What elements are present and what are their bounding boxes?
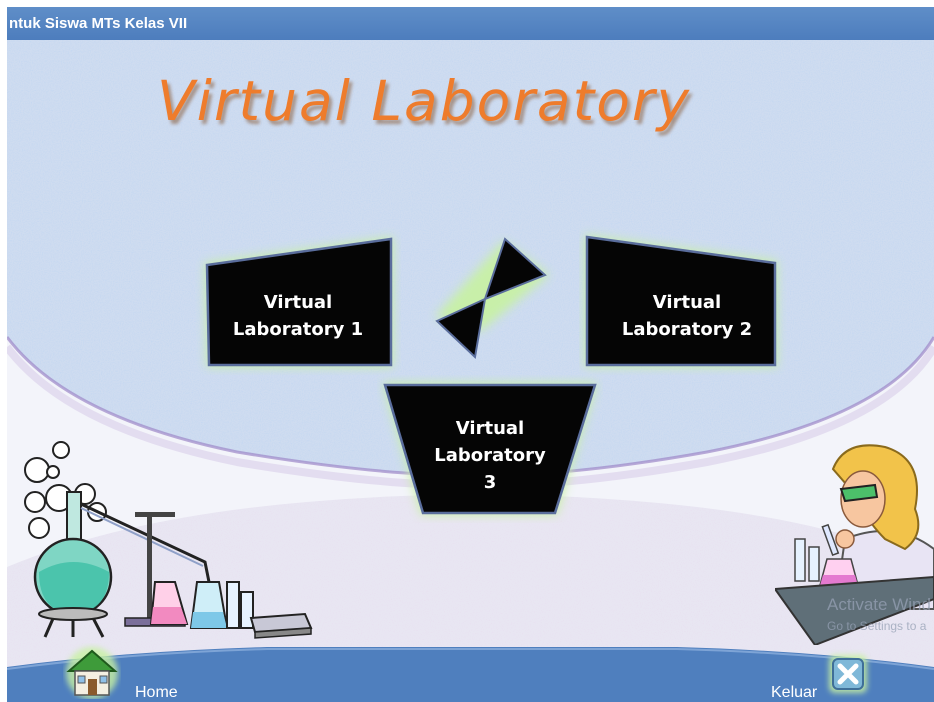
- virtual-lab-1-button[interactable]: Virtual Laboratory 1: [195, 227, 401, 375]
- house-icon: [66, 647, 118, 699]
- exit-label[interactable]: Keluar: [771, 684, 817, 702]
- home-label[interactable]: Home: [135, 684, 178, 702]
- virtual-lab-2-line2: Laboratory 2: [621, 319, 753, 340]
- window-title: ntuk Siswa MTs Kelas VII: [9, 15, 188, 32]
- app-window: ntuk Siswa MTs Kelas VII Virtual Laborat…: [7, 7, 934, 702]
- virtual-lab-2-button[interactable]: Virtual Laboratory 2: [579, 225, 787, 375]
- virtual-lab-3-label: Virtual Laboratory 3: [377, 415, 603, 496]
- main-title: Virtual Laboratory: [157, 69, 692, 133]
- exit-button[interactable]: [823, 649, 873, 699]
- window-titlebar: ntuk Siswa MTs Kelas VII: [7, 7, 934, 40]
- home-button[interactable]: [63, 643, 121, 699]
- virtual-lab-1-line2: Laboratory 1: [232, 319, 364, 340]
- virtual-lab-3-button[interactable]: Virtual Laboratory 3: [377, 375, 603, 523]
- virtual-lab-1-label: Virtual Laboratory 1: [195, 289, 401, 343]
- activation-watermark-line1: Activate Wind: [827, 595, 931, 614]
- virtual-lab-3-line3: 3: [483, 472, 497, 493]
- close-x-icon: [829, 655, 867, 693]
- hourglass-decoration: [435, 237, 549, 360]
- chemistry-apparatus-clipart: [24, 441, 313, 639]
- virtual-lab-3-line2: Laboratory: [434, 445, 546, 466]
- virtual-lab-1-line1: Virtual: [263, 292, 333, 313]
- virtual-lab-2-label: Virtual Laboratory 2: [587, 289, 787, 343]
- virtual-lab-2-line1: Virtual: [652, 292, 722, 313]
- activation-watermark-line2: Go to Settings to a: [827, 619, 927, 633]
- virtual-lab-3-line1: Virtual: [455, 418, 525, 439]
